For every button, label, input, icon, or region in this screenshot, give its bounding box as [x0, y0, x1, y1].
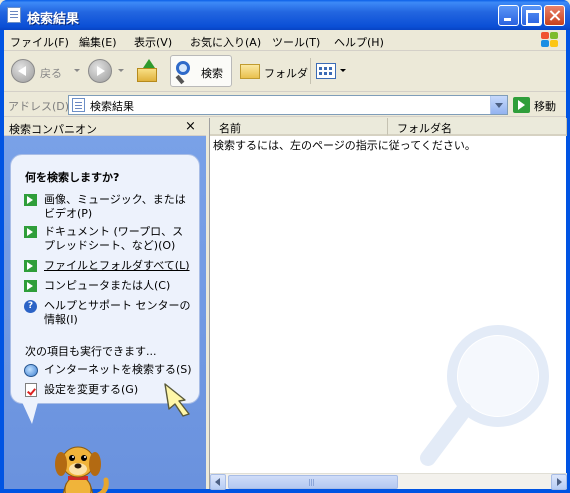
column-header-folder[interactable]: フォルダ名: [388, 118, 567, 136]
magnifier-handle: [175, 74, 185, 85]
address-label: アドレス(D): [8, 100, 70, 113]
companion-title: 検索コンパニオン: [9, 123, 97, 136]
option-label[interactable]: ファイルとフォルダすべて(L): [44, 259, 194, 273]
maximize-button[interactable]: [521, 5, 542, 26]
views-chevron-icon[interactable]: [340, 69, 346, 72]
other-options-heading: 次の項目も実行できます...: [25, 345, 157, 358]
companion-header: 検索コンパニオン ×: [4, 118, 206, 136]
option-label[interactable]: コンピュータまたは人(C): [44, 279, 194, 293]
search-results-page-icon: [7, 7, 21, 23]
option-label[interactable]: ドキュメント (ワープロ、スプレッドシート、など)(O): [44, 225, 194, 253]
menu-edit[interactable]: 編集(E): [79, 34, 117, 50]
search-companion-pane: 検索コンパニオン × 何を検索しますか? 画像、ミュージック、またはビデオ(P)…: [4, 118, 206, 493]
green-arrow-icon: [24, 260, 37, 272]
menu-tools[interactable]: ツール(T): [272, 34, 320, 50]
toolbar-separator: [310, 58, 311, 84]
speech-bubble: 何を検索しますか? 画像、ミュージック、またはビデオ(P) ドキュメント (ワー…: [10, 154, 200, 404]
globe-search-icon: [24, 364, 38, 377]
menu-bar: ファイル(F) 編集(E) 表示(V) お気に入り(A) ツール(T) ヘルプ(…: [4, 30, 566, 51]
back-button-label[interactable]: 戻る: [40, 65, 62, 81]
search-button-label: 検索: [201, 67, 223, 80]
horizontal-scrollbar[interactable]: [210, 473, 567, 490]
menu-favorites[interactable]: お気に入り(A): [190, 34, 261, 50]
window-title: 検索結果: [27, 12, 80, 27]
question-heading: 何を検索しますか?: [25, 171, 120, 184]
scroll-left-icon[interactable]: [210, 474, 226, 490]
views-icon[interactable]: [316, 63, 336, 79]
scroll-thumb[interactable]: [228, 475, 398, 489]
companion-close-icon[interactable]: ×: [185, 119, 196, 134]
green-arrow-icon: [24, 194, 37, 206]
bubble-tail: [22, 402, 38, 424]
option-label[interactable]: 画像、ミュージック、またはビデオ(P): [44, 193, 194, 221]
explorer-window: 検索結果 ファイル(F) 編集(E) 表示(V) お気に入り(A) ツール(T)…: [0, 0, 570, 493]
title-bar[interactable]: 検索結果: [0, 0, 570, 30]
green-arrow-icon: [24, 226, 37, 238]
forward-arrow-icon[interactable]: [88, 59, 112, 83]
close-button[interactable]: [544, 5, 565, 26]
minimize-button[interactable]: [498, 5, 519, 26]
results-pane: 名前 フォルダ名 検索するには、左のページの指示に従ってください。: [209, 118, 567, 490]
address-input[interactable]: 検索結果: [68, 95, 508, 115]
green-arrow-icon: [24, 280, 37, 292]
column-label: 名前: [219, 122, 241, 135]
back-arrow-icon[interactable]: [11, 59, 35, 83]
go-arrow-icon[interactable]: [513, 97, 530, 113]
toolbar: 戻る 検索 フォルダ: [4, 52, 566, 92]
client-area: ファイル(F) 編集(E) 表示(V) お気に入り(A) ツール(T) ヘルプ(…: [4, 30, 567, 493]
menu-help[interactable]: ヘルプ(H): [334, 34, 384, 50]
go-button-label[interactable]: 移動: [534, 98, 556, 114]
column-label: フォルダ名: [397, 122, 452, 135]
column-header-name[interactable]: 名前: [210, 118, 388, 136]
menu-view[interactable]: 表示(V): [134, 34, 172, 50]
magnifier-icon: [176, 61, 190, 75]
menu-file[interactable]: ファイル(F): [10, 34, 69, 50]
instruction-message: 検索するには、左のページの指示に従ってください。: [213, 139, 476, 152]
scroll-right-icon[interactable]: [551, 474, 567, 490]
magnifier-watermark-icon: [420, 325, 549, 466]
option-label[interactable]: インターネットを検索する(S): [44, 363, 194, 377]
folders-button-label[interactable]: フォルダ: [264, 65, 308, 81]
address-value: 検索結果: [90, 100, 134, 113]
page-icon: [72, 98, 85, 112]
search-dog-rover-icon[interactable]: [46, 440, 112, 493]
back-history-chevron-icon[interactable]: [74, 69, 80, 72]
folders-icon[interactable]: [240, 64, 260, 79]
windows-logo-icon: [540, 31, 560, 49]
option-label[interactable]: ヘルプとサポート センターの情報(I): [44, 299, 194, 327]
address-dropdown-icon[interactable]: [490, 96, 507, 114]
settings-checklist-icon: [25, 383, 37, 397]
search-button[interactable]: 検索: [170, 55, 232, 87]
forward-history-chevron-icon[interactable]: [118, 69, 124, 72]
address-bar: アドレス(D) 検索結果 移動: [4, 93, 566, 117]
hand-pointer-cursor-icon: [164, 383, 190, 417]
help-question-icon: ?: [24, 300, 37, 313]
folder-up-icon[interactable]: [137, 59, 159, 83]
